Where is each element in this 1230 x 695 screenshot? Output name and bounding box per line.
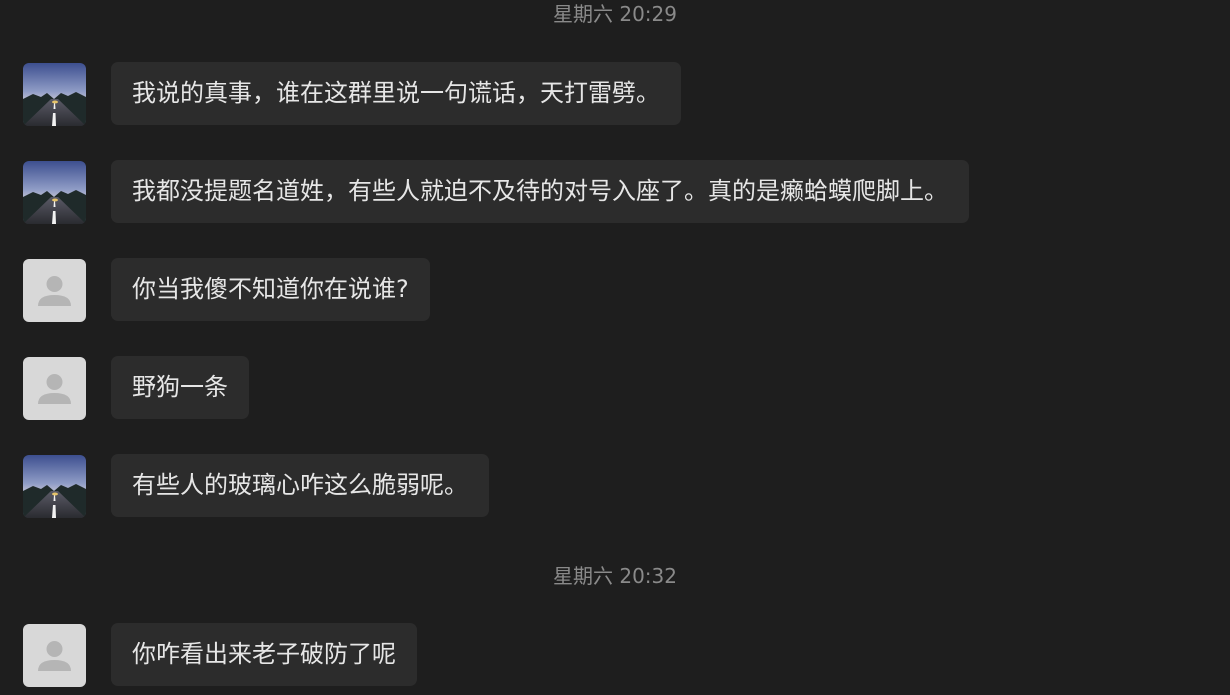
person-icon bbox=[23, 259, 86, 322]
road-photo-icon bbox=[23, 161, 86, 224]
timestamp: 星期六 20:32 bbox=[553, 564, 677, 588]
default-user-avatar[interactable] bbox=[23, 259, 86, 322]
person-icon bbox=[23, 357, 86, 420]
message-bubble[interactable]: 你咋看出来老子破防了呢 bbox=[111, 623, 417, 686]
message-bubble[interactable]: 我都没提题名道姓，有些人就迫不及待的对号入座了。真的是癞蛤蟆爬脚上。 bbox=[111, 160, 969, 223]
message-bubble[interactable]: 野狗一条 bbox=[111, 356, 249, 419]
message-bubble[interactable]: 你当我傻不知道你在说谁? bbox=[111, 258, 430, 321]
person-icon bbox=[23, 624, 86, 687]
default-user-avatar[interactable] bbox=[23, 357, 86, 420]
default-user-avatar[interactable] bbox=[23, 624, 86, 687]
road-photo-icon bbox=[23, 455, 86, 518]
road-photo-avatar[interactable] bbox=[23, 63, 86, 126]
timestamp: 星期六 20:29 bbox=[553, 2, 677, 26]
message-bubble[interactable]: 有些人的玻璃心咋这么脆弱呢。 bbox=[111, 454, 489, 517]
chat-history[interactable]: 星期六 20:29 我说的真事，谁在这群里说一句谎话，天打雷劈。 我都没提题名道… bbox=[0, 0, 1230, 695]
road-photo-avatar[interactable] bbox=[23, 161, 86, 224]
message-bubble[interactable]: 我说的真事，谁在这群里说一句谎话，天打雷劈。 bbox=[111, 62, 681, 125]
road-photo-icon bbox=[23, 63, 86, 126]
road-photo-avatar[interactable] bbox=[23, 455, 86, 518]
